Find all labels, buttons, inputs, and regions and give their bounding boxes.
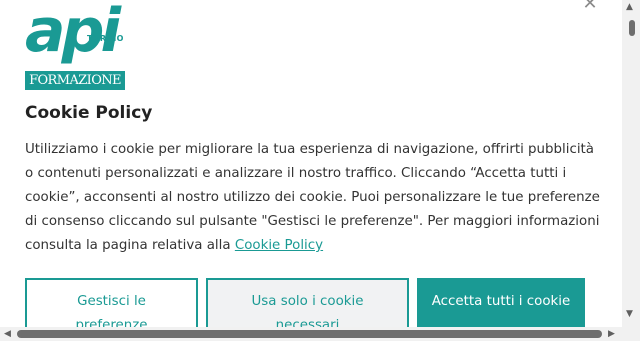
logo-torino-text: TORINO [87, 34, 124, 43]
accept-all-button[interactable]: Accetta tutti i cookie [417, 278, 585, 327]
cookie-consent-dialog: ✕ api TORINO FORMAZIONE Cookie Policy Ut… [0, 0, 610, 327]
manage-preferences-button[interactable]: Gestisci le preferenze [25, 278, 198, 327]
logo-formazione-band: FORMAZIONE [25, 71, 125, 90]
scroll-left-arrow-icon[interactable]: ◀ [4, 327, 11, 341]
scroll-right-arrow-icon[interactable]: ▶ [608, 327, 615, 341]
body-paragraph: Utilizziamo i cookie per migliorare la t… [25, 142, 600, 253]
scroll-down-arrow-icon[interactable]: ▼ [626, 309, 633, 319]
necessary-cookies-button[interactable]: Usa solo i cookie necessari [206, 278, 409, 327]
vertical-scroll-thumb[interactable] [629, 20, 635, 36]
scrollbar-corner [622, 327, 640, 341]
dialog-body-text: Utilizziamo i cookie per migliorare la t… [25, 138, 600, 258]
scroll-up-arrow-icon[interactable]: ▲ [626, 2, 633, 12]
vertical-scrollbar[interactable]: ▲ ▼ [622, 0, 640, 327]
cookie-policy-link[interactable]: Cookie Policy [235, 238, 323, 253]
dialog-title: Cookie Policy [25, 103, 153, 123]
close-icon[interactable]: ✕ [580, 0, 600, 14]
horizontal-scroll-thumb[interactable] [17, 330, 602, 338]
logo-api-text: api [25, 0, 121, 66]
horizontal-scrollbar[interactable]: ◀ ▶ [0, 327, 622, 341]
logo: api TORINO FORMAZIONE [25, 0, 127, 90]
